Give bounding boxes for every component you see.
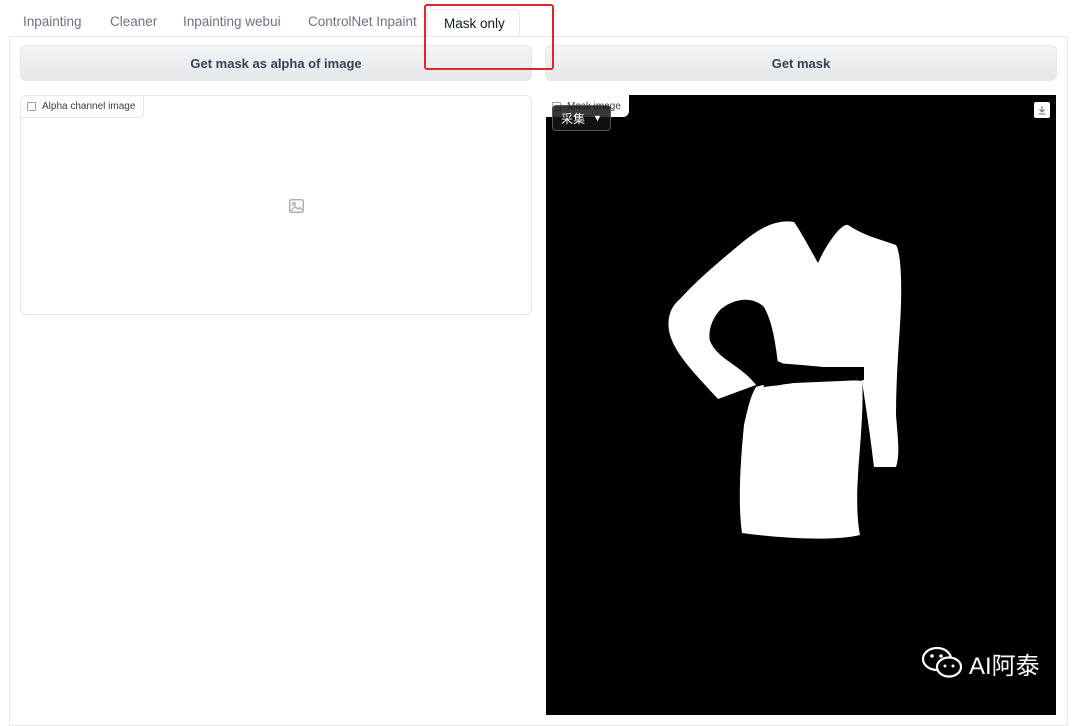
tab-cleaner[interactable]: Cleaner <box>110 14 157 34</box>
get-mask-button[interactable]: Get mask <box>545 45 1057 81</box>
image-placeholder-icon <box>289 199 304 213</box>
download-icon <box>1038 106 1046 115</box>
annotation-highlight-box <box>424 4 554 70</box>
mask-image-output: Mask image 采集 ▼ AI阿泰 <box>546 95 1056 715</box>
tab-inpainting-webui[interactable]: Inpainting webui <box>183 14 281 34</box>
tab-controlnet-inpaint[interactable]: ControlNet Inpaint <box>308 14 417 34</box>
alpha-channel-image-dropzone[interactable]: Alpha channel image <box>20 95 532 315</box>
watermark: AI阿泰 <box>921 645 1040 681</box>
watermark-text: AI阿泰 <box>969 652 1040 680</box>
capture-overlay-text: 采集 <box>561 111 586 126</box>
download-button[interactable] <box>1034 102 1050 118</box>
caret-down-icon: ▼ <box>593 113 602 123</box>
alpha-channel-image-label: Alpha channel image <box>21 96 145 118</box>
capture-overlay-chip[interactable]: 采集 ▼ <box>552 105 611 131</box>
alpha-channel-image-label-text: Alpha channel image <box>42 101 136 112</box>
image-icon <box>27 102 36 111</box>
mask-silhouette <box>668 221 902 539</box>
wechat-icon <box>921 646 963 678</box>
tab-inpainting[interactable]: Inpainting <box>23 14 82 34</box>
